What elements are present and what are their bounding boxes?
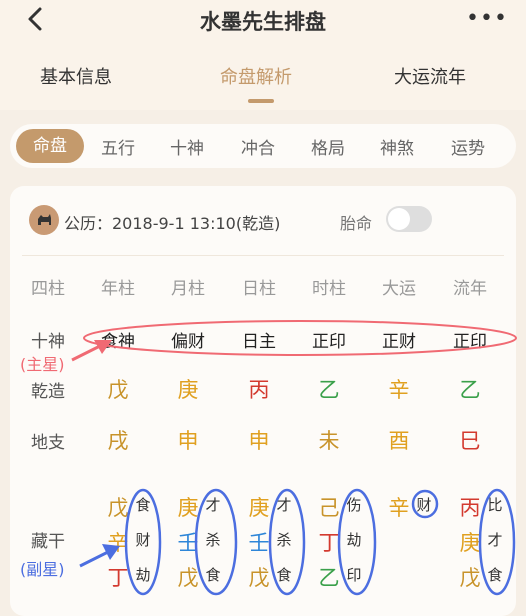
hidden-stem: 丙 [459,496,481,520]
hidden-stem: 己 [318,496,340,520]
hidden-god: 才 [205,496,221,514]
page-title: 水墨先生排盘 [200,10,326,34]
col-header-day: 日柱 [242,279,276,299]
col-header-hour: 时柱 [312,279,346,299]
branch-dayun: 酉 [388,429,410,453]
more-menu-icon[interactable]: ••• [466,6,508,31]
hidden-god: 食 [205,566,221,584]
tab-chart-analysis[interactable]: 命盘解析 [220,63,292,89]
hidden-god: 伤 [346,496,362,514]
divider [22,255,504,256]
hidden-stem: 辛 [388,496,410,520]
col-header-pillars: 四柱 [31,279,65,299]
hidden-god: 印 [346,566,362,584]
toggle-knob [388,208,410,230]
hidden-stem: 庚 [248,496,270,520]
hidden-stem: 壬 [177,531,199,555]
sub-star-annotation: (副星) [20,560,65,579]
hidden-stem: 辛 [107,531,129,555]
tab-basic-info[interactable]: 基本信息 [40,63,112,89]
col-header-liunian: 流年 [453,279,487,299]
col-header-year: 年柱 [101,279,135,299]
hidden-stem: 戊 [248,566,270,590]
subtab-shishen[interactable]: 十神 [170,134,204,159]
branch-day: 申 [248,429,270,453]
hidden-god: 财 [416,496,432,514]
hidden-stem: 丁 [318,531,340,555]
shishen-year: 食神 [101,332,135,352]
branch-year: 戌 [107,429,129,453]
hidden-stem: 丁 [107,566,129,590]
taiming-label: 胎命 [340,214,373,233]
hidden-god: 食 [135,496,151,514]
hidden-stem: 庚 [459,531,481,555]
subtab-mingpan[interactable]: 命盘 [16,129,84,163]
stem-day: 丙 [248,378,270,402]
hidden-god: 杀 [205,531,221,549]
hidden-god: 食 [276,566,292,584]
hidden-god: 杀 [276,531,292,549]
row-label-canggan: 藏干 [31,532,65,552]
hidden-god: 才 [487,531,503,549]
stem-month: 庚 [177,378,199,402]
subtab-geju[interactable]: 格局 [311,134,345,159]
col-header-dayun: 大运 [382,279,416,299]
shishen-liunian: 正印 [453,332,487,352]
tab-luck-years[interactable]: 大运流年 [394,63,466,89]
branch-month: 申 [177,429,199,453]
col-header-month: 月柱 [171,279,205,299]
stem-hour: 乙 [318,378,340,402]
hidden-stem: 壬 [248,531,270,555]
subtab-shensha[interactable]: 神煞 [380,134,414,159]
branch-hour: 未 [318,429,340,453]
hidden-stem: 戊 [459,566,481,590]
row-label-dizhi: 地支 [31,433,65,453]
subtab-yunshi[interactable]: 运势 [451,134,485,159]
hidden-god: 劫 [135,566,151,584]
solar-date-text: 公历：2018-9-1 13:10(乾造) [64,214,281,233]
shishen-month: 偏财 [171,332,205,352]
hidden-god: 才 [276,496,292,514]
shishen-hour: 正印 [312,332,346,352]
shishen-dayun: 正财 [382,332,416,352]
stem-liunian: 乙 [459,378,481,402]
hidden-stem: 戊 [177,566,199,590]
hidden-god: 财 [135,531,151,549]
active-tab-indicator [248,99,274,103]
stem-dayun: 辛 [388,378,410,402]
hidden-stem: 庚 [177,496,199,520]
hidden-god: 食 [487,566,503,584]
row-label-shishen: 十神 [31,332,65,352]
hidden-god: 劫 [346,531,362,549]
hidden-stem: 乙 [318,566,340,590]
stem-year: 戊 [107,378,129,402]
main-star-annotation: (主星) [20,355,65,374]
subtab-wuxing[interactable]: 五行 [101,134,135,159]
subtab-chonghe[interactable]: 冲合 [241,134,275,159]
row-label-qianzao: 乾造 [31,382,65,402]
shishen-day: 日主 [242,332,276,352]
dog-zodiac-icon [29,205,59,235]
hidden-god: 比 [487,496,503,514]
hidden-stem: 戊 [107,496,129,520]
branch-liunian: 巳 [459,429,481,453]
